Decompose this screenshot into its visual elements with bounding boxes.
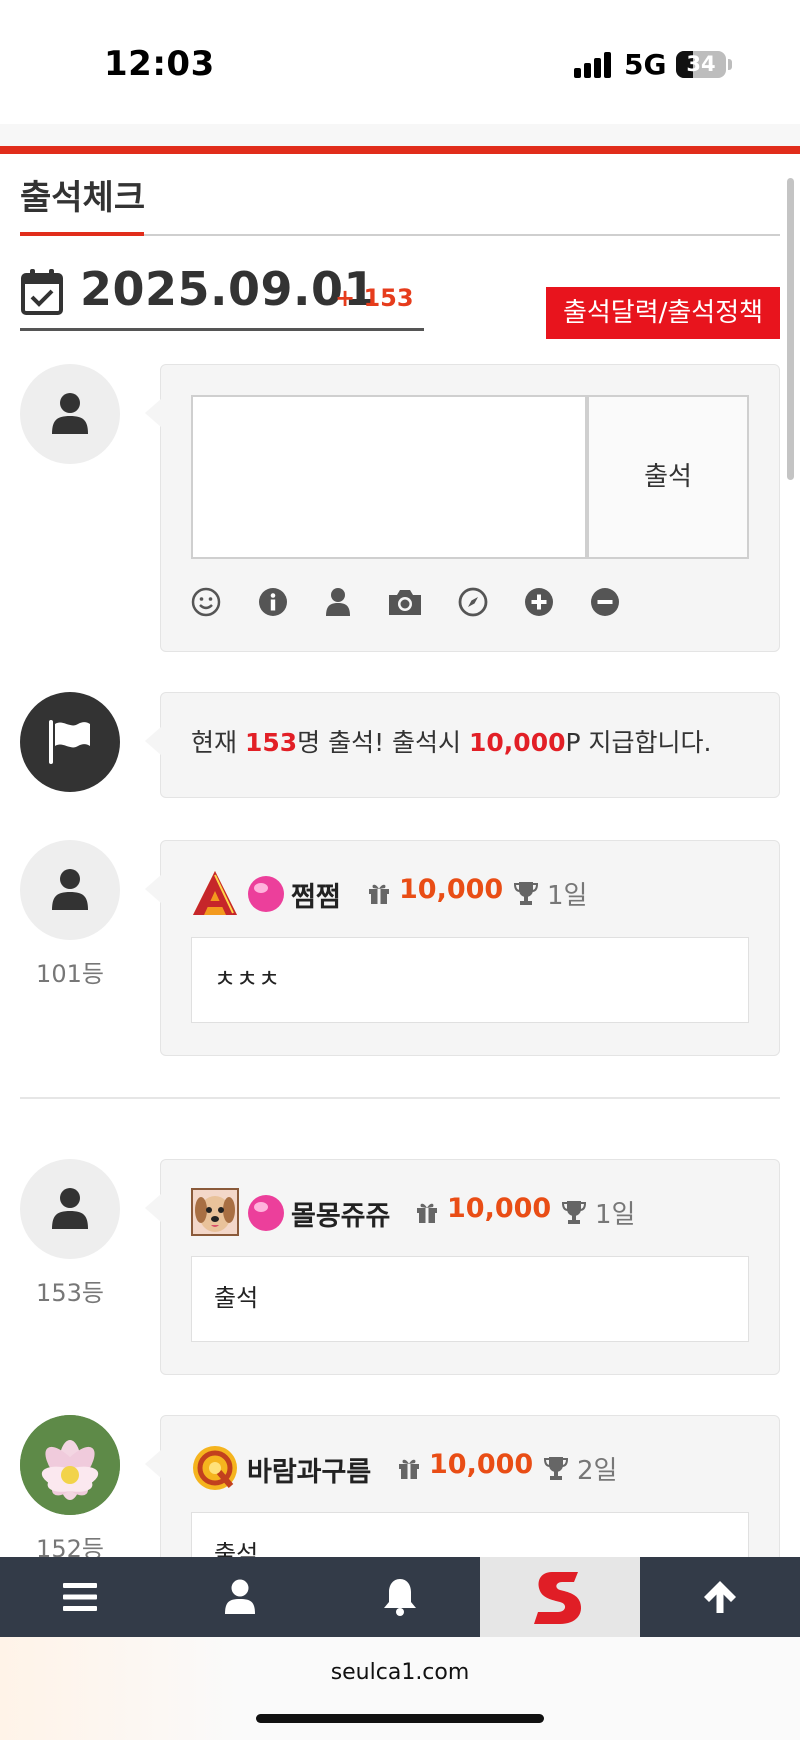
plus-circle-icon[interactable] <box>524 587 554 617</box>
entry-message: 출석 <box>191 1256 749 1342</box>
trophy-icon <box>543 1457 569 1480</box>
level-badge-q-icon <box>193 1446 237 1490</box>
entry-header: 바람과구름 10,000 2일 <box>191 1444 771 1496</box>
entry-rank: 101등 <box>36 960 104 988</box>
attendance-entry: 쩜쩜 10,000 1일 ㅊㅊㅊ <box>145 840 780 1056</box>
entry-message: ㅊㅊㅊ <box>191 937 749 1023</box>
notice-points: 10,000 <box>469 728 566 757</box>
browser-bar <box>0 1637 800 1740</box>
avatar <box>20 1159 120 1259</box>
user-icon[interactable] <box>323 587 353 617</box>
pink-orb-icon <box>248 1195 284 1231</box>
user-icon <box>52 1188 88 1229</box>
gift-icon <box>399 1459 419 1479</box>
scrollbar[interactable] <box>787 178 794 480</box>
nav-scroll-top[interactable] <box>640 1557 800 1637</box>
camera-icon[interactable] <box>387 587 423 617</box>
level-badge-a-icon <box>193 871 237 915</box>
entry-points: 10,000 <box>399 874 504 905</box>
gift-icon <box>369 884 389 904</box>
attendance-notice: 현재 153명 출석! 출석시 10,000P 지급합니다. <box>145 692 780 798</box>
bubble-tail <box>145 727 161 755</box>
title-underline <box>20 232 144 236</box>
avatar <box>20 364 120 464</box>
user-icon <box>225 1579 255 1614</box>
emoji-icon[interactable] <box>191 587 221 617</box>
lotus-flower-image <box>20 1415 120 1515</box>
signal-icon <box>574 52 614 78</box>
info-icon[interactable] <box>258 587 288 617</box>
user-icon <box>52 869 88 910</box>
entry-rank: 153등 <box>36 1279 104 1307</box>
trophy-icon <box>513 882 539 905</box>
attendance-date: 2025.09.01 <box>80 262 377 316</box>
url-label[interactable]: seulca1.com <box>0 1660 800 1685</box>
date-underline <box>20 328 424 331</box>
nav-profile[interactable] <box>160 1557 320 1637</box>
gift-icon <box>417 1203 437 1223</box>
menu-icon <box>63 1583 97 1611</box>
bubble-tail <box>145 875 161 903</box>
bottom-nav <box>0 1557 800 1637</box>
status-bar: 12:03 5G 34 <box>0 0 800 124</box>
bubble-tail <box>145 1450 161 1478</box>
attendance-entry: 몰몽쥬쥬 10,000 1일 출석 <box>145 1159 780 1375</box>
entry-nickname[interactable]: 몰몽쥬쥬 <box>291 1194 390 1233</box>
battery-percent: 34 <box>686 52 716 76</box>
entry-days: 1일 <box>547 881 588 911</box>
page-title: 출석체크 <box>20 178 146 218</box>
bell-icon <box>384 1579 416 1616</box>
notice-middle: 명 출석! 출석시 <box>297 728 470 757</box>
nav-menu[interactable] <box>0 1557 160 1637</box>
notice-suffix: P 지급합니다. <box>565 728 712 757</box>
clock: 12:03 <box>104 44 215 84</box>
comment-textarea[interactable] <box>191 395 587 559</box>
section-divider <box>20 1097 780 1099</box>
entry-header: 쩜쩜 10,000 1일 <box>191 869 771 921</box>
header-band <box>0 124 800 146</box>
flag-icon <box>49 720 90 764</box>
arrow-up-icon <box>704 1581 736 1613</box>
notice-avatar <box>20 692 120 792</box>
attend-submit-button[interactable]: 출석 <box>587 395 749 559</box>
minus-circle-icon[interactable] <box>590 587 620 617</box>
home-indicator[interactable] <box>256 1714 544 1723</box>
entry-nickname[interactable]: 쩜쩜 <box>291 875 341 914</box>
notice-text: 현재 153명 출석! 출석시 10,000P 지급합니다. <box>191 723 711 759</box>
header-accent-line <box>0 146 800 154</box>
compass-icon[interactable] <box>458 587 488 617</box>
user-icon <box>52 393 88 434</box>
avatar-photo <box>20 1415 120 1515</box>
entry-days: 2일 <box>577 1456 618 1486</box>
bubble-tail <box>145 399 161 427</box>
pink-orb-icon <box>248 876 284 912</box>
entry-points: 10,000 <box>429 1449 534 1480</box>
entry-header: 몰몽쥬쥬 10,000 1일 <box>191 1188 771 1240</box>
nav-notifications[interactable] <box>320 1557 480 1637</box>
entry-days: 1일 <box>595 1200 636 1230</box>
battery-icon: 34 <box>676 51 726 78</box>
calendar-check-icon <box>21 269 63 315</box>
dog-character-badge-icon <box>191 1188 239 1236</box>
battery-cap <box>728 59 732 70</box>
attendance-policy-button[interactable]: 출석달력/출석정책 <box>546 287 780 339</box>
avatar <box>20 840 120 940</box>
entry-nickname[interactable]: 바람과구름 <box>247 1450 371 1489</box>
entry-points: 10,000 <box>447 1193 552 1224</box>
notice-prefix: 현재 <box>191 728 245 757</box>
attendance-count: + 153 <box>335 284 414 312</box>
nav-site-logo[interactable] <box>480 1557 640 1637</box>
notice-count: 153 <box>244 728 298 757</box>
bubble-tail <box>145 1194 161 1222</box>
attendance-composer: 출석 <box>145 364 780 652</box>
network-label: 5G <box>624 48 667 81</box>
site-logo <box>534 1572 582 1624</box>
trophy-icon <box>561 1201 587 1224</box>
